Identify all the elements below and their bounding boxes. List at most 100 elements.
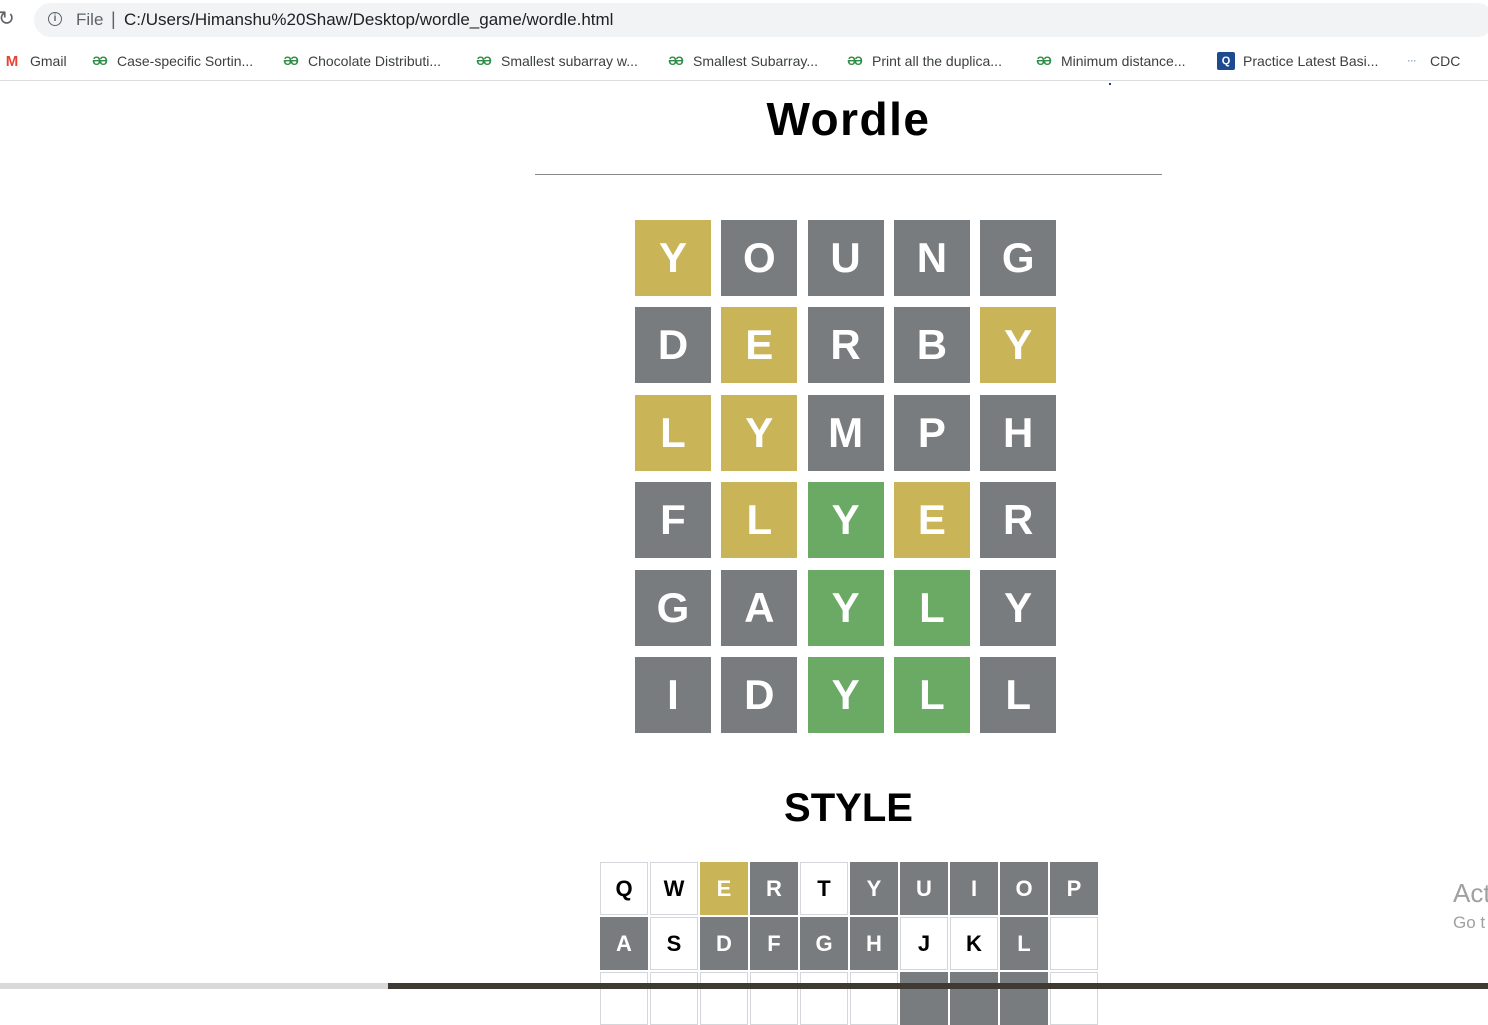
board-tile: G xyxy=(980,220,1057,296)
key-g[interactable]: G xyxy=(800,917,848,970)
bookmark-label: Smallest Subarray... xyxy=(693,53,819,69)
geeksforgeeks-icon: ƏƏ xyxy=(283,54,298,68)
board-tile: M xyxy=(807,394,884,471)
board-tile: Y xyxy=(807,569,884,646)
board-tile: L xyxy=(893,657,970,733)
key-q[interactable]: Q xyxy=(600,862,648,915)
board-tile: B xyxy=(893,307,970,384)
key-o[interactable]: O xyxy=(1000,862,1048,915)
bookmark-item[interactable]: ƏƏ Smallest Subarray... xyxy=(665,51,818,71)
activate-windows-title: Act xyxy=(1453,878,1488,908)
page-title: Wordle xyxy=(766,93,931,145)
bookmark-gmail[interactable]: M Gmail xyxy=(2,51,67,71)
bookmarks-bar: M Gmail ƏƏ Case-specific Sortin... ƏƏ Ch… xyxy=(0,42,1488,81)
bookmark-label: Minimum distance... xyxy=(1061,53,1186,69)
title-divider xyxy=(535,174,1162,175)
key-y[interactable]: Y xyxy=(850,862,898,915)
stray-dot xyxy=(1109,83,1111,85)
file-label: File xyxy=(76,10,104,29)
key-blank[interactable] xyxy=(700,972,748,1025)
board-tile: L xyxy=(721,482,798,559)
geeksforgeeks-icon: ƏƏ xyxy=(92,54,107,68)
board-tile: A xyxy=(721,569,798,646)
key-a[interactable]: A xyxy=(600,917,648,970)
taskbar-image xyxy=(388,983,1488,989)
bookmark-label: Smallest subarray w... xyxy=(501,53,638,69)
board-tile: Y xyxy=(635,220,711,296)
geeksforgeeks-icon: ƏƏ xyxy=(668,54,683,68)
bookmark-label: Print all the duplica... xyxy=(872,53,1002,69)
key-j[interactable]: J xyxy=(900,917,948,970)
bookmark-label: CDC xyxy=(1430,53,1461,69)
key-w[interactable]: W xyxy=(650,862,698,915)
bookmark-item[interactable]: ƏƏ Minimum distance... xyxy=(1033,51,1185,71)
board-tile: E xyxy=(893,482,970,559)
key-blank[interactable] xyxy=(750,972,798,1025)
address-bar-row: ↻ i File | C:/Users/Himanshu%20Shaw/Desk… xyxy=(0,0,1488,40)
board-tile: I xyxy=(635,657,711,733)
key-t[interactable]: T xyxy=(800,862,848,915)
activate-windows-subtitle: Go t xyxy=(1453,913,1486,932)
url-text[interactable]: C:/Users/Himanshu%20Shaw/Desktop/wordle_… xyxy=(124,10,613,30)
key-blank[interactable] xyxy=(1050,917,1098,970)
answer-word: STYLE xyxy=(784,786,913,830)
geeksforgeeks-icon: ƏƏ xyxy=(847,54,862,68)
board-tile: Y xyxy=(980,569,1057,646)
bookmark-item[interactable]: ƏƏ Smallest subarray w... xyxy=(473,51,638,71)
bookmark-label: Gmail xyxy=(30,53,67,69)
key-f[interactable]: F xyxy=(750,917,798,970)
geeksforgeeks-icon: ƏƏ xyxy=(476,54,491,68)
board-tile: G xyxy=(635,569,711,646)
key-blank[interactable] xyxy=(1000,972,1048,1025)
board-tile: Y xyxy=(807,482,884,559)
reload-icon[interactable]: ↻ xyxy=(0,6,15,31)
board-tile: D xyxy=(635,307,711,384)
gmail-icon: M xyxy=(5,52,19,70)
board-tile: R xyxy=(980,482,1057,559)
info-icon[interactable]: i xyxy=(48,12,62,26)
key-s[interactable]: S xyxy=(650,917,698,970)
board-tile: Y xyxy=(807,657,884,733)
key-blank[interactable] xyxy=(950,972,998,1025)
key-k[interactable]: K xyxy=(950,917,998,970)
bookmark-label: Practice Latest Basi... xyxy=(1243,53,1379,69)
board-tile: D xyxy=(721,657,798,733)
practice-icon: Q xyxy=(1217,52,1235,70)
key-blank[interactable] xyxy=(900,972,948,1025)
board-tile: L xyxy=(893,569,970,646)
bookmark-label: Chocolate Distributi... xyxy=(308,53,442,69)
board-tile: Y xyxy=(980,307,1057,384)
key-blank[interactable] xyxy=(800,972,848,1025)
board-tile: N xyxy=(893,220,970,296)
key-blank[interactable] xyxy=(1050,972,1098,1025)
board-tile: O xyxy=(721,220,798,296)
board-tile: Y xyxy=(721,394,798,471)
bookmark-item[interactable]: ··· CDC xyxy=(1402,51,1461,71)
cdc-icon: ··· xyxy=(1407,56,1417,66)
board-tile: H xyxy=(980,394,1057,471)
taskbar-strip xyxy=(0,983,1488,989)
key-r[interactable]: R xyxy=(750,862,798,915)
bookmark-item[interactable]: Q Practice Latest Basi... xyxy=(1217,51,1378,71)
board-tile: R xyxy=(807,307,884,384)
board-tile: P xyxy=(893,394,970,471)
key-blank[interactable] xyxy=(600,972,648,1025)
geeksforgeeks-icon: ƏƏ xyxy=(1036,54,1051,68)
separator: | xyxy=(111,9,116,29)
key-u[interactable]: U xyxy=(900,862,948,915)
bookmark-item[interactable]: ƏƏ Case-specific Sortin... xyxy=(89,51,253,71)
board-tile: E xyxy=(721,307,798,384)
key-blank[interactable] xyxy=(650,972,698,1025)
key-blank[interactable] xyxy=(850,972,898,1025)
bookmark-item[interactable]: ƏƏ Chocolate Distributi... xyxy=(280,51,441,71)
omnibox[interactable]: i File | C:/Users/Himanshu%20Shaw/Deskto… xyxy=(34,3,1488,37)
key-d[interactable]: D xyxy=(700,917,748,970)
board-tile: L xyxy=(635,394,711,471)
key-e[interactable]: E xyxy=(700,862,748,915)
bookmark-item[interactable]: ƏƏ Print all the duplica... xyxy=(844,51,1002,71)
key-i[interactable]: I xyxy=(950,862,998,915)
key-h[interactable]: H xyxy=(850,917,898,970)
key-l[interactable]: L xyxy=(1000,917,1048,970)
board-tile: L xyxy=(980,657,1057,733)
key-p[interactable]: P xyxy=(1050,862,1098,915)
